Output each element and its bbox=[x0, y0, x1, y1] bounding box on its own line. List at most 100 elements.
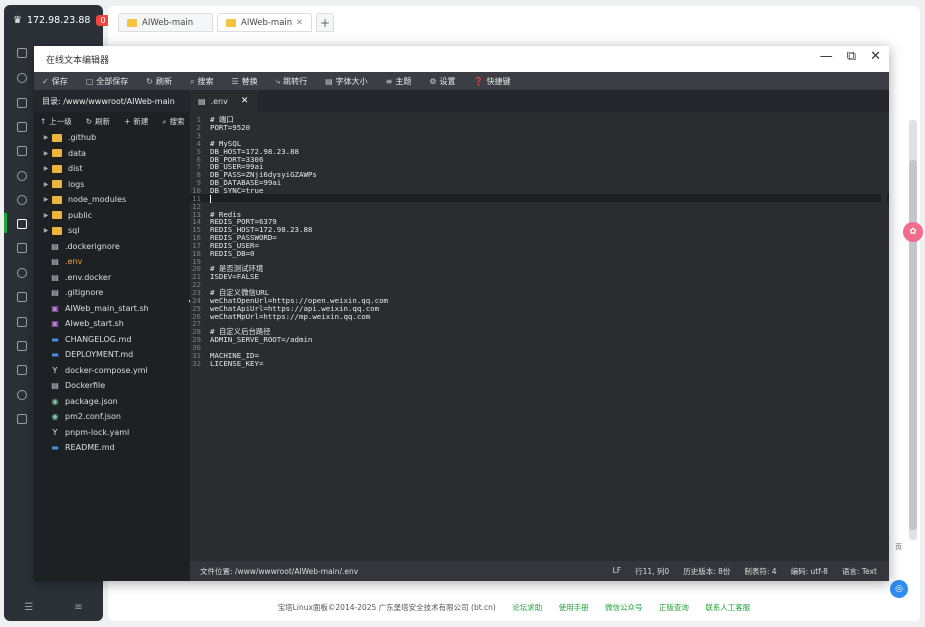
logout-icon[interactable] bbox=[17, 414, 27, 424]
tree-file[interactable]: ◉ package.json bbox=[34, 394, 190, 410]
toolbar-font-size-button[interactable]: ▤ 字体大小 bbox=[325, 76, 368, 87]
editor-scrollbar[interactable] bbox=[881, 116, 887, 556]
globe-icon[interactable] bbox=[17, 268, 27, 278]
tree-file[interactable]: ▬ README.md bbox=[34, 440, 190, 456]
footer-link-wechat[interactable]: 微信公众号 bbox=[605, 603, 643, 612]
code-line[interactable]: 1 # 端口 bbox=[190, 115, 889, 124]
home-icon[interactable] bbox=[17, 48, 27, 58]
tree-file[interactable]: ▤ Dockerfile bbox=[34, 378, 190, 394]
tree-file[interactable]: ◉ pm2.conf.json bbox=[34, 409, 190, 425]
code-line[interactable]: 5 DB_HOST=172.98.23.88 bbox=[190, 147, 889, 156]
close-icon[interactable]: ✕ bbox=[296, 18, 303, 28]
code-line[interactable]: 8 DB_PASS=ZNji6dysyiGZAWPs bbox=[190, 170, 889, 179]
toolbar-help-button[interactable]: ❓ 快捷键 bbox=[474, 76, 511, 87]
tree-action-button[interactable]: ↻ 刷新 bbox=[86, 116, 110, 127]
chat-icon[interactable]: ◎ bbox=[890, 580, 908, 598]
code-line[interactable]: 22 bbox=[190, 280, 889, 289]
cron-icon[interactable] bbox=[17, 317, 27, 327]
history-versions[interactable]: 历史版本: 8份 bbox=[683, 566, 730, 577]
tree-file[interactable]: ▤ .env bbox=[34, 254, 190, 270]
tree-folder[interactable]: ▶ .github bbox=[34, 130, 190, 146]
toolbar-replace-button[interactable]: ☰ 替换 bbox=[231, 76, 257, 87]
right-scrollbar-thumb[interactable] bbox=[909, 160, 917, 530]
toolbar-goto-line-button[interactable]: ⤷ 跳转行 bbox=[276, 76, 307, 87]
website-icon[interactable] bbox=[17, 73, 27, 83]
list-icon[interactable] bbox=[17, 341, 27, 351]
tree-folder[interactable]: ▶ dist bbox=[34, 161, 190, 177]
code-line[interactable]: 19 bbox=[190, 257, 889, 266]
chevron-right-icon[interactable]: ▶ bbox=[40, 165, 52, 172]
collapse-icon[interactable]: ≡ bbox=[74, 602, 82, 613]
database-icon[interactable] bbox=[17, 98, 27, 108]
code-line[interactable]: 20 # 是否测试环境 bbox=[190, 264, 889, 273]
toolbar-theme-button[interactable]: ≡ 主题 bbox=[386, 76, 412, 87]
code-area[interactable]: 1 # 端口 2 PORT=9520 3 4 # MySQL 5 DB_HOST=172.98.… bbox=[190, 115, 889, 556]
code-line[interactable]: 10 DB_SYNC=true bbox=[190, 186, 889, 195]
tree-file[interactable]: ▬ DEPLOYMENT.md bbox=[34, 347, 190, 363]
code-line[interactable]: 3 bbox=[190, 131, 889, 140]
tree-file[interactable]: ▤ .gitignore bbox=[34, 285, 190, 301]
tree-file[interactable]: ▣ AIweb_start.sh bbox=[34, 316, 190, 332]
code-line[interactable]: 21 ISDEV=FALSE bbox=[190, 272, 889, 281]
code-line[interactable]: 6 DB_PORT=3306 bbox=[190, 155, 889, 164]
server-header[interactable]: ♛ 172.98.23.88 0 bbox=[4, 5, 110, 35]
footer-link-support[interactable]: 联系人工客服 bbox=[705, 603, 750, 612]
code-line[interactable]: 16 REDIS_PASSWORD= bbox=[190, 233, 889, 242]
language[interactable]: 语言: Text bbox=[842, 566, 877, 577]
shield-icon[interactable] bbox=[17, 195, 27, 205]
tree-action-button[interactable]: ↑ 上一级 bbox=[40, 116, 72, 127]
tree-file[interactable]: Ydocker-compose.yml bbox=[34, 363, 190, 379]
code-line[interactable]: 30 bbox=[190, 343, 889, 352]
tree-file[interactable]: ▤ .dockerignore bbox=[34, 239, 190, 255]
code-line[interactable]: 17 REDIS_USER= bbox=[190, 241, 889, 250]
code-line[interactable]: 27 bbox=[190, 319, 889, 328]
toolbar-check-button[interactable]: ✓ 保存 bbox=[42, 76, 68, 87]
close-icon[interactable]: ✕ bbox=[870, 49, 881, 64]
code-line[interactable]: 31 MACHINE_ID= bbox=[190, 351, 889, 360]
log-icon[interactable] bbox=[17, 243, 27, 253]
tree-folder[interactable]: ▶ node_modules bbox=[34, 192, 190, 208]
menu-toggle-icon[interactable]: ☰ bbox=[24, 602, 33, 613]
tree-folder[interactable]: ▶ public bbox=[34, 208, 190, 224]
eol-indicator[interactable]: LF bbox=[613, 566, 622, 577]
tree-folder[interactable]: ▶ data bbox=[34, 146, 190, 162]
chevron-right-icon[interactable]: ▶ bbox=[40, 196, 52, 203]
tree-folder[interactable]: ▶ logs bbox=[34, 177, 190, 193]
tree-file[interactable]: ▣ AIWeb_main_start.sh bbox=[34, 301, 190, 317]
security-icon[interactable] bbox=[17, 171, 27, 181]
footer-link-manual[interactable]: 使用手册 bbox=[559, 603, 589, 612]
tab-size[interactable]: 制表符: 4 bbox=[744, 566, 776, 577]
tree-file[interactable]: ▤ .env.docker bbox=[34, 270, 190, 286]
toolbar-gear-button[interactable]: ⚙ 设置 bbox=[429, 76, 455, 87]
editor-tab[interactable]: ▤ .env ✕ bbox=[190, 90, 259, 112]
tree-folder[interactable]: ▶ sql bbox=[34, 223, 190, 239]
gear-icon[interactable] bbox=[17, 390, 27, 400]
folder-icon[interactable] bbox=[17, 219, 27, 229]
chevron-right-icon[interactable]: ▶ bbox=[40, 181, 52, 188]
code-line[interactable]: 9 DB_DATABASE=99ai bbox=[190, 178, 889, 187]
code-line[interactable]: 2 PORT=9520 bbox=[190, 123, 889, 132]
bg-tab[interactable]: AIWeb-main bbox=[118, 13, 213, 32]
footer-link-forum[interactable]: 论坛求助 bbox=[512, 603, 542, 612]
add-tab-button[interactable]: + bbox=[316, 13, 334, 32]
chevron-right-icon[interactable]: ▶ bbox=[40, 134, 52, 141]
code-line[interactable]: 32 LICENSE_KEY= bbox=[190, 359, 889, 368]
minimize-icon[interactable]: — bbox=[820, 49, 833, 64]
toolbar-search-button[interactable]: ⌕ 搜索 bbox=[190, 76, 213, 87]
monitor-icon[interactable] bbox=[17, 146, 27, 156]
code-line[interactable]: 26 weChatMpUrl=https://mp.weixin.qq.com bbox=[190, 312, 889, 321]
code-line[interactable]: 13 # Redis bbox=[190, 210, 889, 219]
tree-file[interactable]: Ypnpm-lock.yaml bbox=[34, 425, 190, 441]
tree-action-button[interactable]: + 新建 bbox=[124, 116, 148, 127]
code-line[interactable]: 29 ADMIN_SERVE_ROOT=/admin bbox=[190, 335, 889, 344]
bg-tab-active[interactable]: AIWeb-main ✕ bbox=[217, 13, 312, 32]
tree-file[interactable]: ▬ CHANGELOG.md bbox=[34, 332, 190, 348]
chevron-right-icon[interactable]: ▶ bbox=[40, 212, 52, 219]
toolbar-refresh-button[interactable]: ↻ 刷新 bbox=[146, 76, 172, 87]
chevron-right-icon[interactable]: ▶ bbox=[40, 227, 52, 234]
apps-icon[interactable] bbox=[17, 365, 27, 375]
code-line[interactable]: 15 REDIS_HOST=172.98.23.88 bbox=[190, 225, 889, 234]
maximize-icon[interactable]: ⧉ bbox=[847, 49, 856, 64]
chevron-right-icon[interactable]: ▶ bbox=[40, 150, 52, 157]
docker-icon[interactable] bbox=[17, 122, 27, 132]
